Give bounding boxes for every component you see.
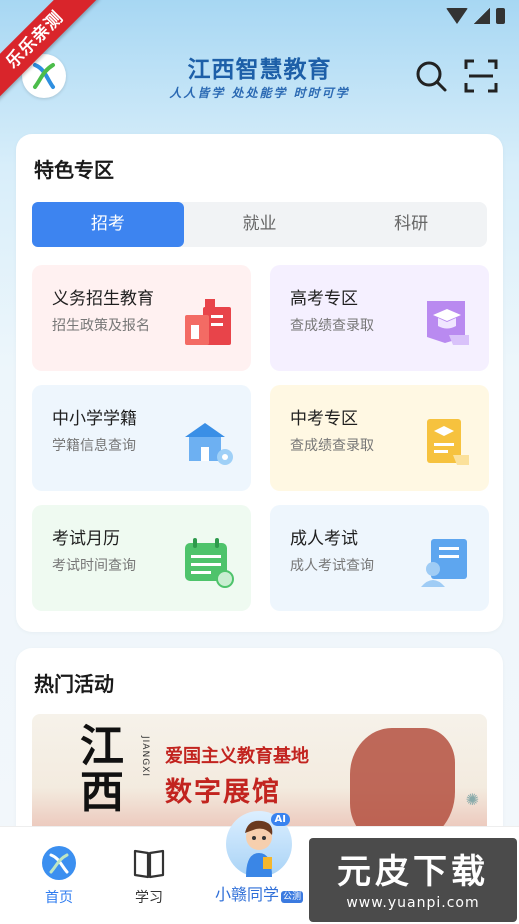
watermark-url: www.yuanpi.com — [346, 895, 480, 911]
tile-title: 考试月历 — [52, 529, 120, 549]
featured-section: 特色专区 招考 就业 科研 义务招生教育 招生政策及报名 高考专区 查成绩查录取 — [16, 134, 503, 632]
watermark-brand: 元皮下载 — [337, 852, 489, 892]
battery-icon — [496, 8, 505, 24]
tile-title: 中考专区 — [290, 409, 358, 429]
hot-title: 热门活动 — [34, 672, 114, 696]
featured-tabs: 招考 就业 科研 — [32, 202, 487, 247]
nav-study-label: 学习 — [135, 890, 163, 906]
tab-jiuye[interactable]: 就业 — [184, 202, 336, 247]
ai-badge: AI — [270, 813, 290, 826]
banner-line2: 数字展馆 — [165, 777, 281, 808]
tile-subtitle: 成人考试查询 — [290, 558, 374, 574]
tile-compulsory-enrollment[interactable]: 义务招生教育 招生政策及报名 — [32, 265, 251, 371]
wifi-icon — [446, 8, 468, 24]
tab-keyan[interactable]: 科研 — [335, 202, 487, 247]
tile-zhongkao[interactable]: 中考专区 查成绩查录取 — [270, 385, 489, 491]
tile-subtitle: 查成绩查录取 — [290, 438, 374, 454]
tile-subtitle: 考试时间查询 — [52, 558, 136, 574]
tile-adult-exam[interactable]: 成人考试 成人考试查询 — [270, 505, 489, 611]
graduation-book-icon — [427, 301, 469, 345]
search-button[interactable] — [413, 58, 449, 94]
adult-student-icon — [421, 539, 467, 587]
status-icons — [446, 8, 505, 24]
tile-subtitle: 招生政策及报名 — [52, 318, 150, 334]
tile-title: 义务招生教育 — [52, 289, 154, 309]
certificate-icon — [427, 419, 469, 465]
nav-home[interactable]: 首页 — [24, 845, 94, 907]
beta-badge: 公测 — [281, 891, 304, 903]
scan-icon — [464, 59, 498, 93]
school-building-icon — [185, 299, 231, 345]
tile-subtitle: 查成绩查录取 — [290, 318, 374, 334]
home-icon — [42, 846, 76, 880]
tab-zhaokao[interactable]: 招考 — [32, 202, 184, 247]
nav-study[interactable]: 学习 — [114, 845, 184, 907]
tile-exam-calendar[interactable]: 考试月历 考试时间查询 — [32, 505, 251, 611]
nav-home-label: 首页 — [45, 890, 73, 906]
app-header: 江西智慧教育 人人皆学 处处能学 时时可学 — [0, 40, 519, 120]
watermark-overlay: 元皮下载 www.yuanpi.com — [309, 838, 517, 922]
school-house-icon — [185, 423, 233, 465]
search-icon — [416, 61, 447, 92]
book-icon — [133, 849, 165, 879]
banner-calligraphy: 江西 — [80, 721, 124, 818]
tile-gaokao[interactable]: 高考专区 查成绩查录取 — [270, 265, 489, 371]
cloud-decoration-icon: ✺ — [465, 790, 479, 809]
scan-button[interactable] — [463, 58, 499, 94]
tile-title: 成人考试 — [290, 529, 358, 549]
banner-vertical-text: JIANGXI — [140, 736, 150, 777]
nav-assistant[interactable]: AI 小赣同学 公测 — [204, 811, 314, 905]
tile-title: 中小学学籍 — [52, 409, 137, 429]
tile-student-status[interactable]: 中小学学籍 学籍信息查询 — [32, 385, 251, 491]
banner-line1: 爱国主义教育基地 — [165, 746, 309, 767]
calendar-icon — [185, 538, 234, 588]
tile-title: 高考专区 — [290, 289, 358, 309]
assistant-avatar: AI — [226, 811, 292, 877]
tile-subtitle: 学籍信息查询 — [52, 438, 136, 454]
featured-title: 特色专区 — [34, 158, 114, 182]
signal-icon — [474, 8, 490, 24]
assistant-label: 小赣同学 — [214, 885, 279, 904]
